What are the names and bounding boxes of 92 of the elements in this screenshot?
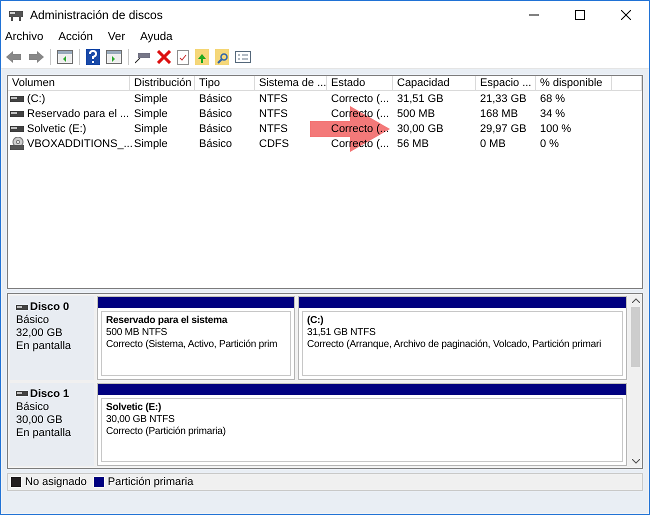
table-cell: 500 MB (397, 108, 435, 120)
table-cell: 56 MB (397, 138, 429, 150)
table-cell: Correcto (... (331, 122, 390, 134)
partition-size: 30,00 GB NTFS (106, 414, 176, 424)
legend-label: No asignado (25, 476, 87, 488)
table-cell: NTFS (259, 122, 288, 134)
table-cell: 29,97 GB (480, 122, 526, 134)
table-cell: Simple (134, 122, 168, 134)
partition-name: Reservado para el sistema (106, 315, 228, 326)
partition-status: Correcto (Sistema, Activo, Partición prim (106, 339, 278, 350)
help-icon[interactable] (86, 49, 100, 65)
column-header[interactable]: Espacio ... (476, 76, 536, 91)
table-cell: Simple (134, 138, 168, 150)
table-cell: Reservado para el ... (27, 108, 130, 120)
partition-block[interactable]: Reservado para el sistema 500 MB NTFS Correcto (Sistema, Activo, Partición prim (97, 296, 295, 380)
menu-item[interactable]: Ver (108, 31, 126, 43)
partition-name: (C:) (307, 315, 324, 326)
action-pane-icon[interactable] (106, 50, 122, 64)
scroll-down-icon[interactable] (632, 459, 640, 464)
table-cell: 34 % (540, 108, 566, 120)
table-cell: 68 % (540, 92, 566, 104)
maximize-icon[interactable] (575, 10, 585, 20)
partition-status: Correcto (Partición primaria) (106, 426, 227, 436)
table-cell: NTFS (259, 108, 288, 120)
disk-type: Básico (16, 400, 50, 412)
drive-icon (10, 96, 24, 102)
scrollbar-thumb[interactable] (631, 307, 640, 367)
table-cell: (C:) (27, 92, 46, 104)
disk-size: 30,00 GB (16, 414, 64, 426)
properties-check-icon[interactable] (177, 50, 189, 64)
table-cell: 0 % (540, 138, 559, 150)
table-cell: Solvetic (E:) (27, 122, 86, 134)
disk-size: 32,00 GB (16, 327, 64, 339)
scrollbar[interactable] (629, 294, 642, 468)
table-cell: Básico (199, 92, 232, 104)
table-cell: 100 % (540, 122, 572, 134)
table-cell: Básico (199, 122, 232, 134)
column-header[interactable]: Sistema de ... (255, 76, 327, 91)
table-cell: Correcto (... (331, 108, 390, 120)
close-icon[interactable] (621, 10, 631, 20)
table-cell: Simple (134, 108, 168, 120)
header-blank (612, 76, 642, 91)
drive-icon (16, 391, 28, 396)
table-cell: CDFS (259, 138, 289, 150)
back-arrow-icon[interactable] (6, 51, 22, 63)
list-view-icon[interactable] (235, 51, 251, 63)
table-cell: 21,33 GB (480, 92, 526, 104)
table-cell: NTFS (259, 92, 288, 104)
disk-type: Básico (16, 314, 50, 326)
column-header[interactable]: Estado (327, 76, 393, 91)
folder-search-icon[interactable] (215, 49, 229, 65)
menu-item[interactable]: Archivo (5, 31, 44, 43)
partition-status: Correcto (Arranque, Archivo de paginación, Volcado, Partición primari (307, 339, 602, 350)
forward-arrow-icon[interactable] (28, 51, 44, 63)
window-title: Administración de discos (30, 8, 163, 22)
scroll-up-icon[interactable] (632, 298, 640, 303)
table-cell: Correcto (... (331, 138, 390, 150)
delete-icon[interactable] (157, 50, 171, 64)
table-cell: Simple (134, 92, 168, 104)
menu-item[interactable]: Acción (58, 31, 93, 43)
partition-block[interactable]: (C:) 31,51 GB NTFS Correcto (Arranque, Archivo de paginación, Volcado, Partición primari (298, 296, 627, 380)
drive-icon (10, 110, 24, 116)
partition-size: 500 MB NTFS (106, 327, 168, 338)
menu-item[interactable]: Ayuda (140, 31, 173, 43)
drive-icon (16, 304, 28, 310)
column-header[interactable]: % disponible (536, 76, 612, 91)
table-cell: 30,00 GB (397, 122, 444, 134)
disk-label-panel[interactable]: Disco 1 Básico 30,00 GB En pantalla (10, 382, 94, 466)
disk-label-panel[interactable]: Disco 0 Básico 32,00 GB En pantalla (10, 296, 94, 380)
column-header[interactable]: Distribución (130, 76, 195, 91)
table-cell: 0 MB (480, 138, 506, 150)
column-header[interactable]: Capacidad (393, 76, 476, 91)
table-cell: 31,51 GB (397, 92, 444, 104)
disk-name: Disco 0 (30, 301, 70, 313)
legend-label: Partición primaria (108, 476, 194, 488)
partition-name: Solvetic (E:) (106, 402, 162, 412)
table-cell: Básico (199, 138, 232, 150)
column-header[interactable]: Volumen (8, 76, 130, 91)
drive-icon (10, 126, 24, 132)
table-cell: VBOXADDITIONS_... (27, 138, 133, 150)
table-cell: 168 MB (480, 108, 518, 120)
table-cell: Correcto (... (331, 92, 390, 104)
partition-size: 31,51 GB NTFS (307, 327, 377, 338)
table-cell: Básico (199, 108, 232, 120)
console-tree-icon[interactable] (57, 50, 73, 64)
column-header[interactable]: Tipo (195, 76, 255, 91)
disk-name: Disco 1 (30, 388, 70, 400)
disk-status: En pantalla (16, 340, 72, 352)
cd-drive-icon (10, 137, 24, 150)
disk-status: En pantalla (16, 426, 72, 438)
partition-block[interactable]: Solvetic (E:) 30,00 GB NTFS Correcto (Partición primaria) (97, 382, 627, 466)
connect-drive-icon[interactable] (135, 50, 151, 64)
